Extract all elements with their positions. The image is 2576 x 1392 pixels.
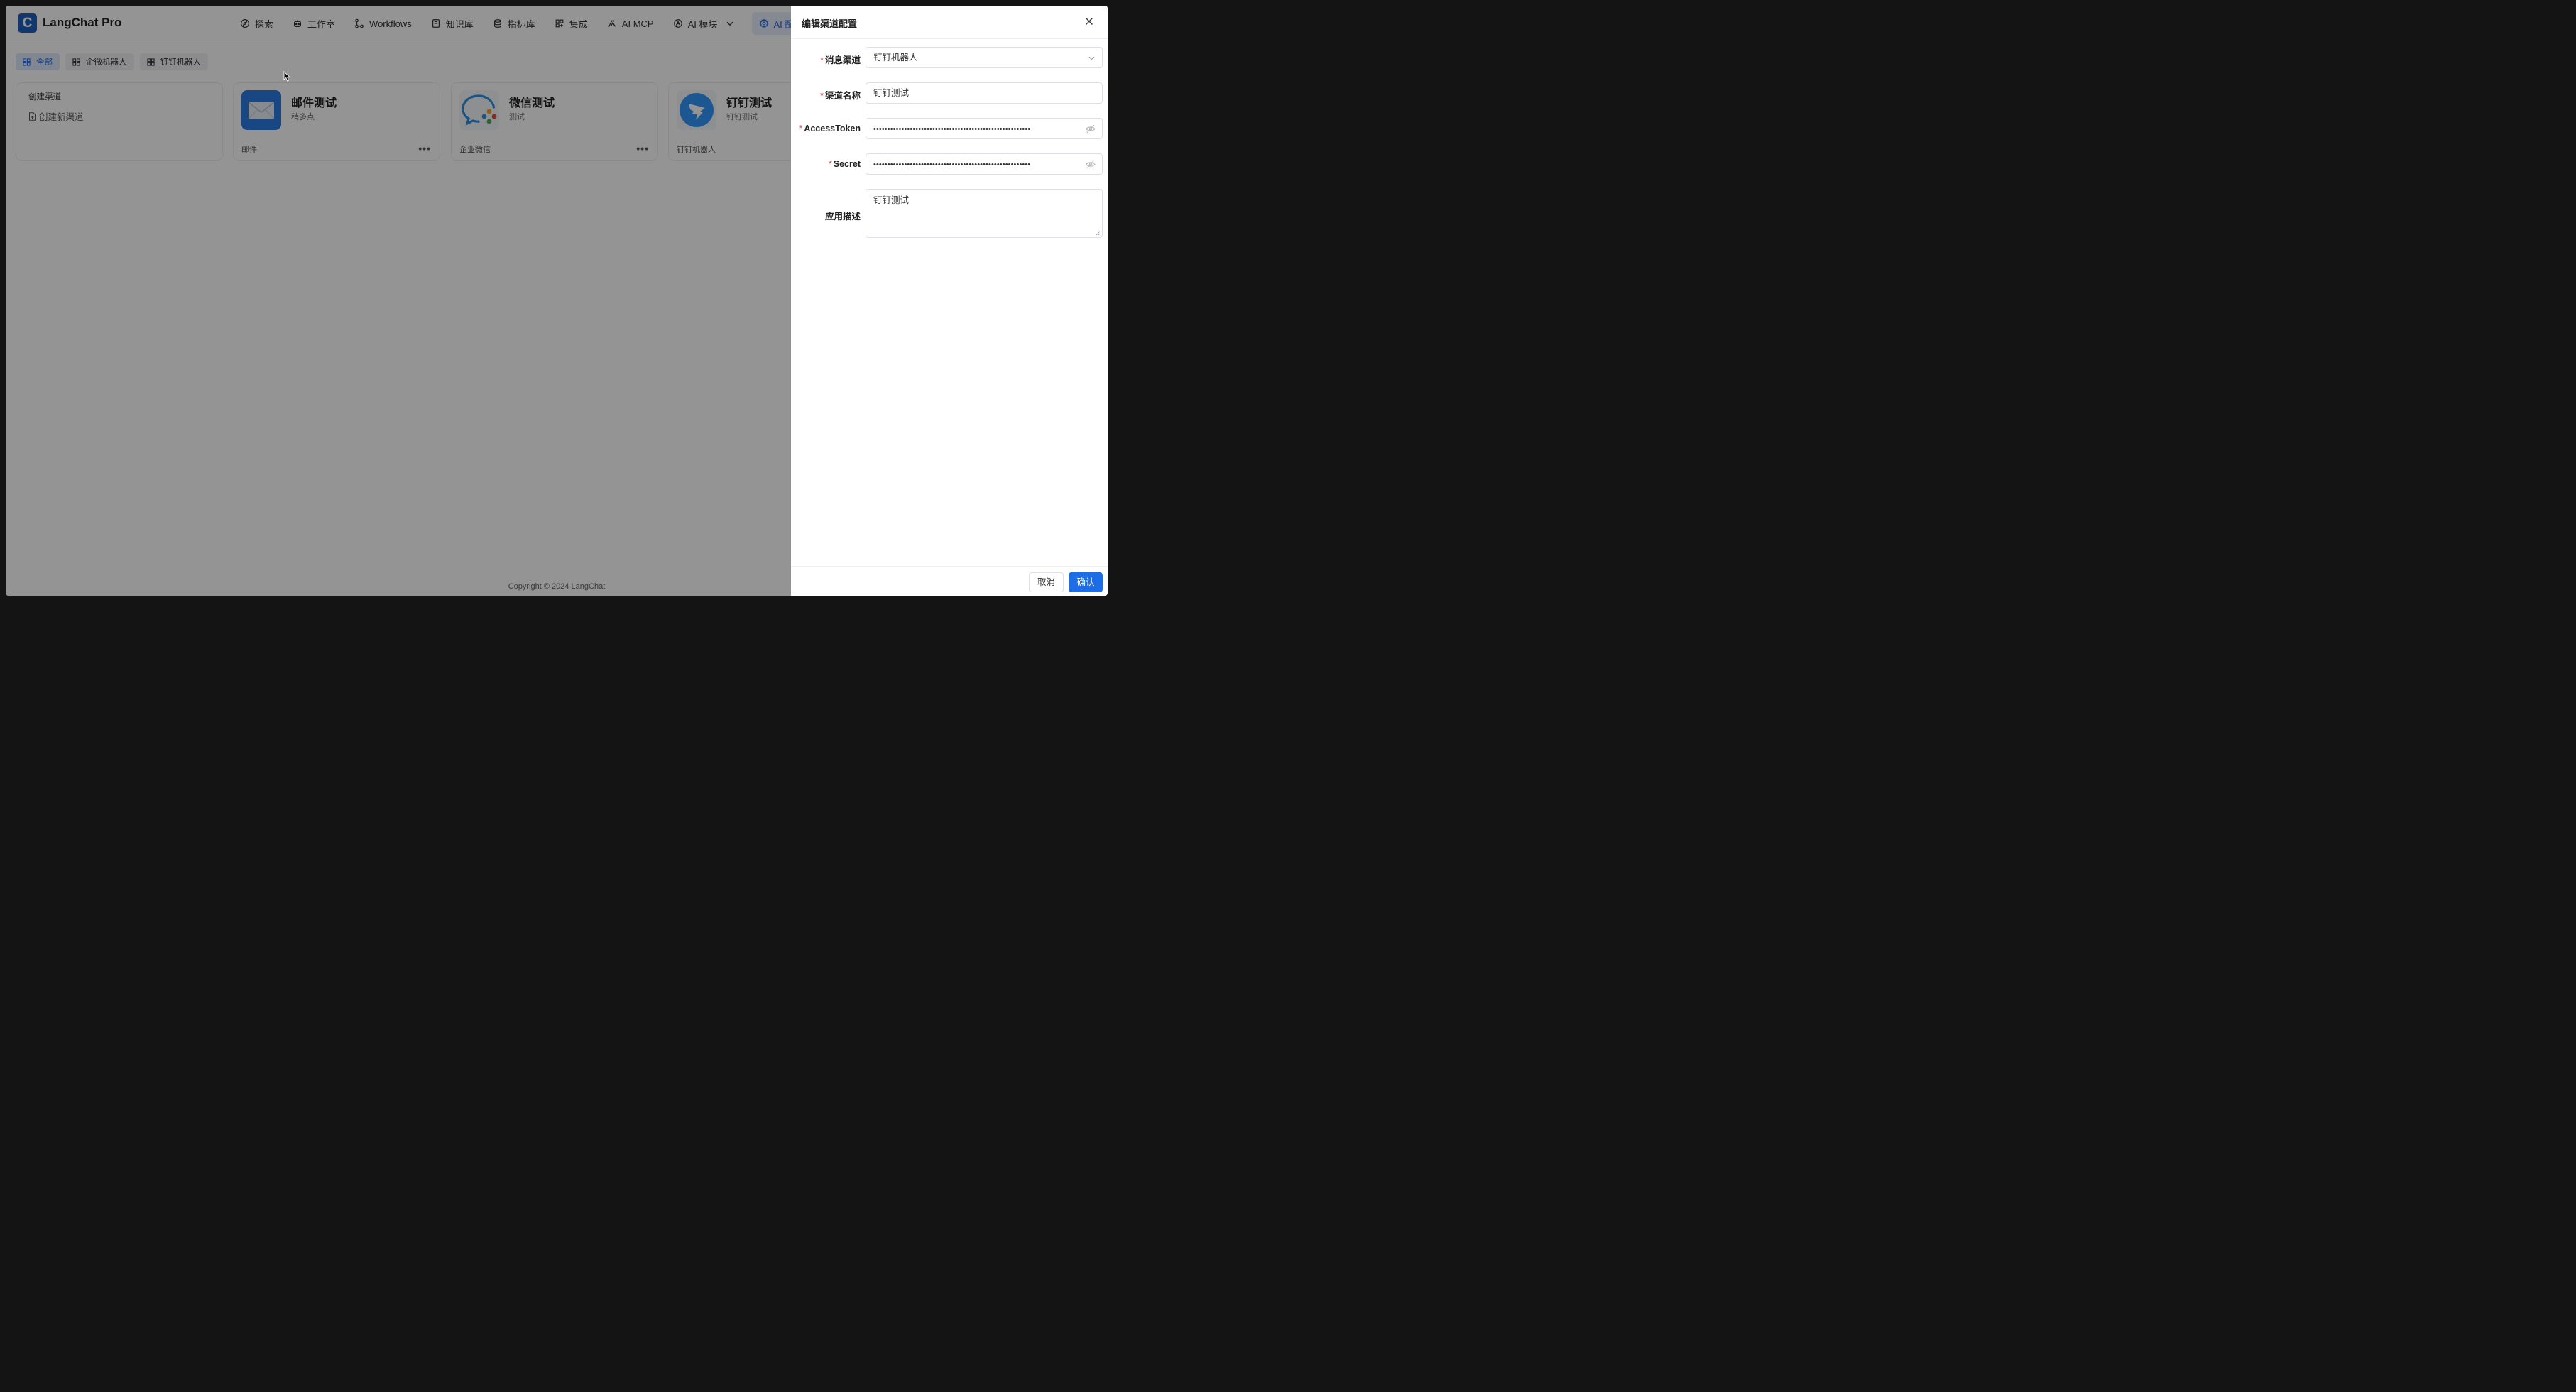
drawer-title: 编辑渠道配置 (802, 18, 858, 29)
close-icon[interactable] (1084, 16, 1095, 27)
mouse-cursor-icon (283, 71, 290, 82)
password-value: ••••••••••••••••••••••••••••••••••••••••… (873, 125, 1031, 134)
input-value: 钉钉测试 (873, 88, 910, 98)
eye-off-icon[interactable] (1086, 160, 1096, 169)
field-label: * AccessToken (799, 124, 861, 134)
access-token-input[interactable]: ••••••••••••••••••••••••••••••••••••••••… (866, 118, 1103, 139)
cancel-button[interactable]: 取消 (1029, 572, 1064, 592)
channel-name-input[interactable]: 钉钉测试 (866, 82, 1103, 104)
drawer-header: 编辑渠道配置 (791, 6, 1108, 39)
password-value: ••••••••••••••••••••••••••••••••••••••••… (873, 161, 1031, 169)
chevron-down-icon (1088, 56, 1095, 60)
description-textarea[interactable]: 钉钉测试 (866, 189, 1103, 238)
resize-handle-icon[interactable] (1095, 230, 1101, 236)
select-value: 钉钉机器人 (873, 53, 918, 62)
drawer-footer: 取消 确认 (791, 566, 1108, 596)
secret-input[interactable]: ••••••••••••••••••••••••••••••••••••••••… (866, 153, 1103, 175)
textarea-value: 钉钉测试 (873, 195, 910, 205)
field-label: * 渠道名称 (820, 91, 861, 101)
field-label: * 消息渠道 (820, 55, 861, 65)
field-label: 应用描述 (824, 212, 861, 222)
confirm-button[interactable]: 确认 (1069, 572, 1103, 592)
eye-off-icon[interactable] (1086, 124, 1096, 134)
channel-select[interactable]: 钉钉机器人 (866, 47, 1103, 68)
edit-channel-drawer: 编辑渠道配置 * 消息渠道 钉钉机器人 * 渠道名称 钉钉测试 * AccessTok… (791, 6, 1108, 596)
field-label: * Secret (828, 159, 861, 169)
